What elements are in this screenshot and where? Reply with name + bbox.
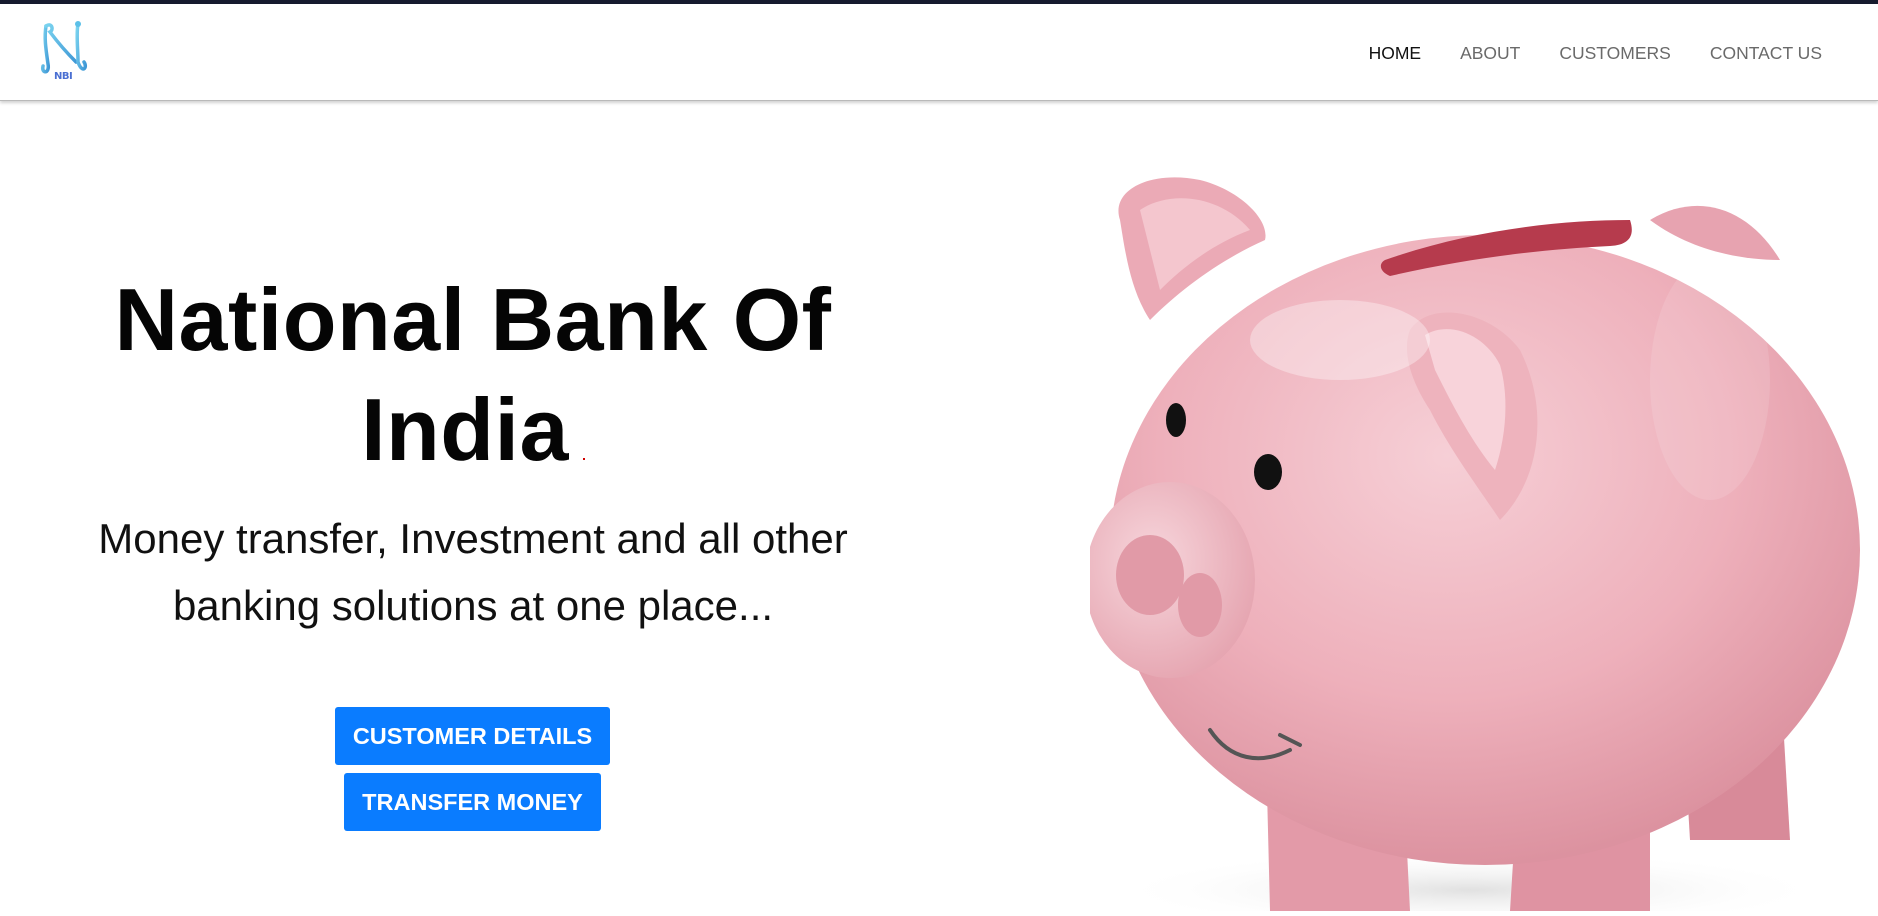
hero-subtitle: Money transfer, Investment and all other… (40, 505, 906, 639)
red-dot-mark (582, 458, 585, 460)
hero-section: National Bank Of India Money transfer, I… (40, 265, 906, 639)
navbar: NBI HOME ABOUT CUSTOMERS CONTACT US (0, 4, 1878, 101)
nav-contact-us[interactable]: CONTACT US (1710, 43, 1822, 64)
logo-text: NBI (54, 71, 73, 82)
subtitle-line-2: banking solutions at one place... (172, 582, 774, 629)
page-title: National Bank Of India (40, 265, 906, 485)
nav-customers[interactable]: CUSTOMERS (1559, 43, 1671, 64)
nav-home[interactable]: HOME (1369, 43, 1422, 64)
title-line-2: India (361, 380, 569, 479)
transfer-money-button[interactable]: TRANSFER MONEY (344, 773, 601, 831)
nbi-logo-icon[interactable]: NBI (38, 20, 90, 88)
nav-about[interactable]: ABOUT (1460, 43, 1520, 64)
main-nav: HOME ABOUT CUSTOMERS CONTACT US (1369, 43, 1822, 64)
piggy-bank-image (1085, 150, 1878, 916)
subtitle-line-1: Money transfer, Investment and all other (98, 515, 848, 562)
piggy-bank-illustration (1085, 177, 1860, 916)
customer-details-button[interactable]: CUSTOMER DETAILS (335, 707, 610, 765)
title-line-1: National Bank Of (114, 270, 832, 369)
